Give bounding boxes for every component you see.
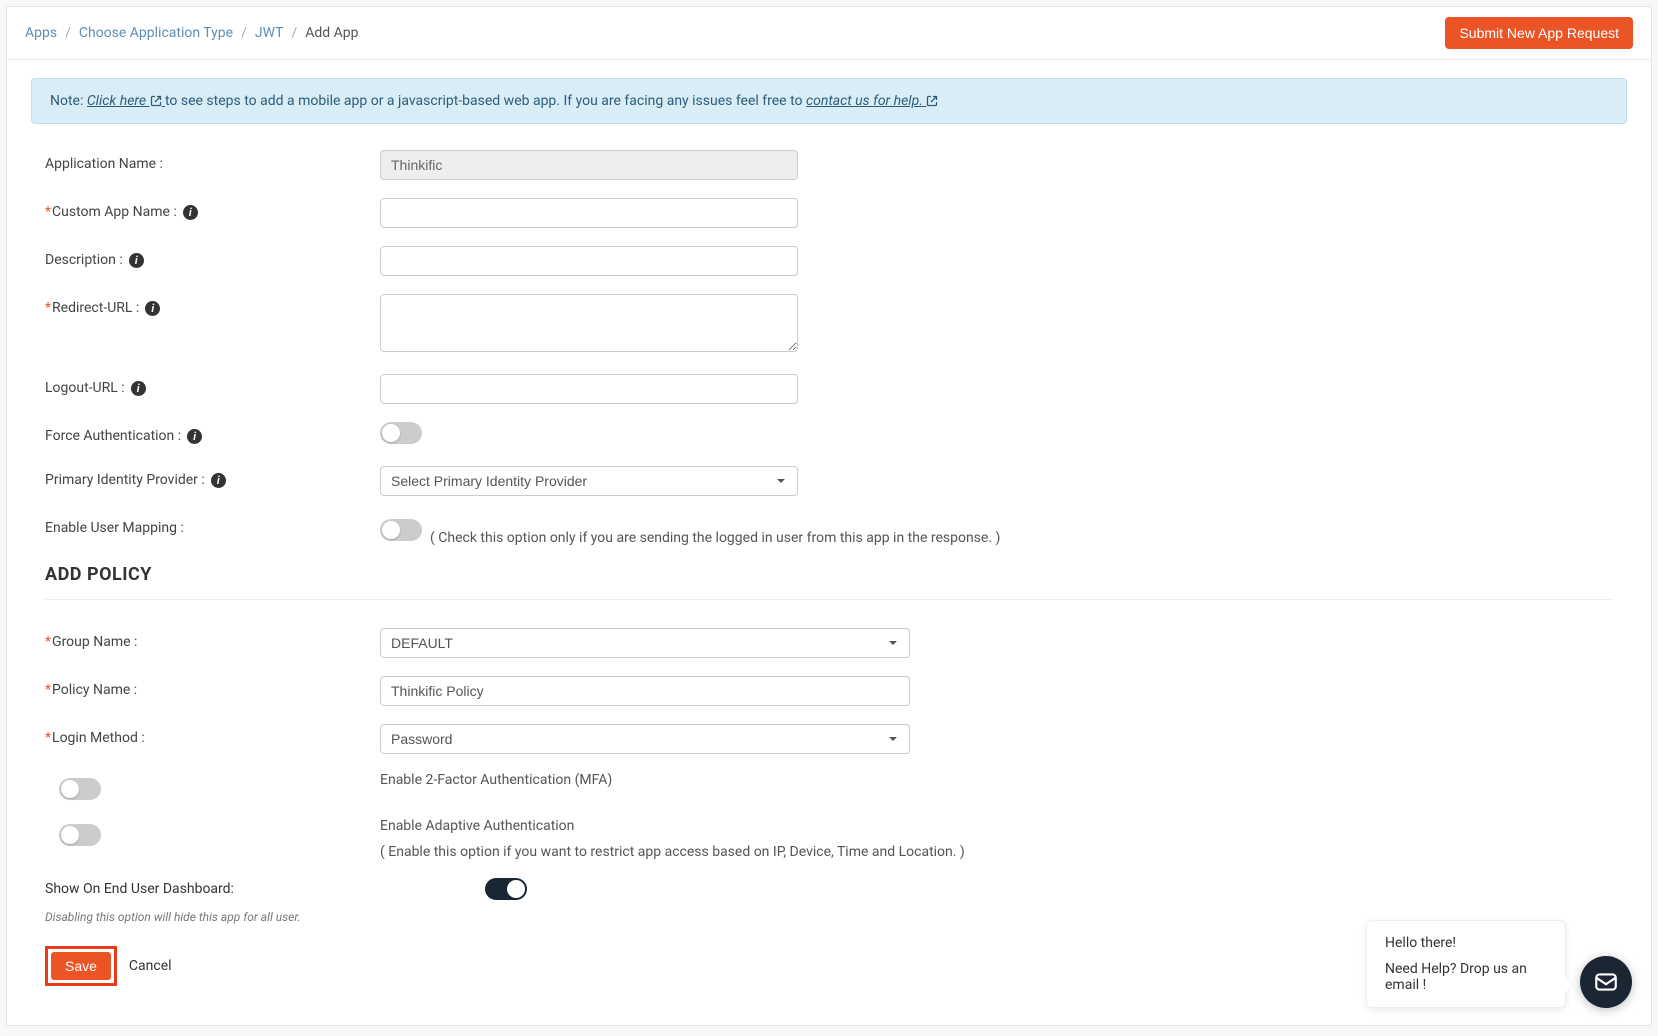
row-mfa-toggle: Enable 2-Factor Authentication (MFA) <box>45 772 1613 800</box>
breadcrumb-apps[interactable]: Apps <box>25 25 57 41</box>
info-icon[interactable]: i <box>183 205 198 220</box>
info-icon[interactable]: i <box>131 381 146 396</box>
logout-url-input[interactable] <box>380 374 798 404</box>
description-input[interactable] <box>380 246 798 276</box>
show-dashboard-toggle[interactable] <box>485 878 527 900</box>
divider <box>45 599 1613 600</box>
login-method-select[interactable]: Password <box>380 724 910 754</box>
row-adaptive-toggle: Enable Adaptive Authentication ( Enable … <box>45 818 1613 860</box>
info-icon[interactable]: i <box>145 301 160 316</box>
info-icon[interactable]: i <box>187 429 202 444</box>
label-enable-mapping: Enable User Mapping : <box>45 514 380 536</box>
note-prefix: Note: <box>50 93 87 109</box>
chat-fab[interactable] <box>1580 956 1632 1008</box>
group-name-select[interactable]: DEFAULT <box>380 628 910 658</box>
label-group-name: *Group Name : <box>45 628 380 650</box>
row-login-method: *Login Method : Password <box>45 724 1613 754</box>
label-policy-name: *Policy Name : <box>45 676 380 698</box>
application-name-input <box>380 150 798 180</box>
redirect-url-input[interactable] <box>380 294 798 352</box>
content-area: Note: Click here to see steps to add a m… <box>7 60 1651 1016</box>
info-icon[interactable]: i <box>129 253 144 268</box>
row-application-name: Application Name : <box>45 150 1613 180</box>
show-dashboard-label: Show On End User Dashboard: <box>45 881 234 897</box>
row-policy-name: *Policy Name : <box>45 676 1613 706</box>
label-logout-url: Logout-URL : i <box>45 374 380 396</box>
chat-greeting: Hello there! <box>1385 935 1547 951</box>
save-highlight-box: Save <box>45 946 117 986</box>
adaptive-label: Enable Adaptive Authentication <box>380 818 1613 834</box>
form-area: Application Name : *Custom App Name : i … <box>31 150 1627 986</box>
enable-mapping-hint: ( Check this option only if you are send… <box>430 530 1000 546</box>
label-application-name: Application Name : <box>45 150 380 172</box>
label-redirect-url: *Redirect-URL : i <box>45 294 380 316</box>
row-description: Description : i <box>45 246 1613 276</box>
breadcrumb-current: Add App <box>305 25 358 41</box>
submit-new-app-button[interactable]: Submit New App Request <box>1445 17 1633 49</box>
chat-prompt: Need Help? Drop us an email ! <box>1385 961 1547 993</box>
note-click-here-link[interactable]: Click here <box>87 93 165 109</box>
mfa-toggle[interactable] <box>59 778 101 800</box>
breadcrumb-choose-type[interactable]: Choose Application Type <box>79 25 233 41</box>
info-note: Note: Click here to see steps to add a m… <box>31 78 1627 124</box>
add-policy-title: ADD POLICY <box>45 564 1613 585</box>
chat-widget: Hello there! Need Help? Drop us an email… <box>1366 920 1632 1008</box>
breadcrumb: Apps / Choose Application Type / JWT / A… <box>25 25 359 41</box>
label-login-method: *Login Method : <box>45 724 380 746</box>
mfa-label: Enable 2-Factor Authentication (MFA) <box>380 772 1613 788</box>
topbar: Apps / Choose Application Type / JWT / A… <box>7 7 1651 60</box>
breadcrumb-separator: / <box>241 25 247 41</box>
breadcrumb-separator: / <box>291 25 297 41</box>
chat-bubble[interactable]: Hello there! Need Help? Drop us an email… <box>1366 920 1566 1008</box>
note-contact-link[interactable]: contact us for help. <box>806 93 938 109</box>
row-custom-app-name: *Custom App Name : i <box>45 198 1613 228</box>
primary-idp-select[interactable]: Select Primary Identity Provider <box>380 466 798 496</box>
adaptive-hint: ( Enable this option if you want to rest… <box>380 844 1613 860</box>
adaptive-auth-toggle[interactable] <box>59 824 101 846</box>
row-show-dashboard: Show On End User Dashboard: <box>45 878 1613 900</box>
row-force-auth: Force Authentication : i <box>45 422 1613 448</box>
mail-icon <box>1593 969 1619 995</box>
row-enable-mapping: Enable User Mapping : ( Check this optio… <box>45 514 1613 546</box>
save-button[interactable]: Save <box>51 952 111 980</box>
external-link-icon <box>926 95 938 107</box>
row-redirect-url: *Redirect-URL : i <box>45 294 1613 356</box>
external-link-icon <box>150 95 162 107</box>
breadcrumb-jwt[interactable]: JWT <box>255 25 284 41</box>
row-logout-url: Logout-URL : i <box>45 374 1613 404</box>
force-auth-toggle[interactable] <box>380 422 422 444</box>
cancel-button[interactable]: Cancel <box>129 958 172 974</box>
label-custom-app-name: *Custom App Name : i <box>45 198 380 220</box>
label-description: Description : i <box>45 246 380 268</box>
enable-mapping-toggle[interactable] <box>380 519 422 541</box>
label-force-auth: Force Authentication : i <box>45 422 380 444</box>
row-group-name: *Group Name : DEFAULT <box>45 628 1613 658</box>
label-primary-idp: Primary Identity Provider : i <box>45 466 380 488</box>
info-icon[interactable]: i <box>211 473 226 488</box>
custom-app-name-input[interactable] <box>380 198 798 228</box>
breadcrumb-separator: / <box>65 25 71 41</box>
policy-name-input[interactable] <box>380 676 910 706</box>
row-primary-idp: Primary Identity Provider : i Select Pri… <box>45 466 1613 496</box>
page-container: Apps / Choose Application Type / JWT / A… <box>6 6 1652 1026</box>
note-mid-text: to see steps to add a mobile app or a ja… <box>165 93 806 109</box>
